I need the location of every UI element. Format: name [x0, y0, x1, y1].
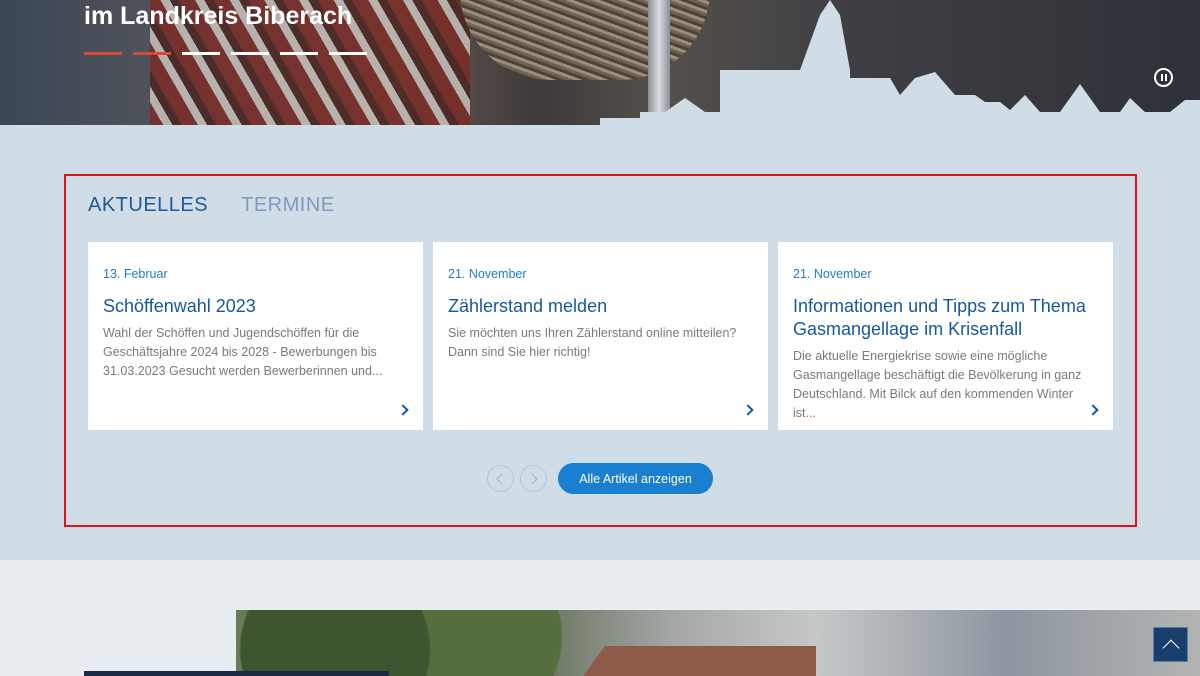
- slider-pagination: [84, 52, 367, 55]
- news-teaser: Sie möchten uns Ihren Zählerstand online…: [448, 326, 737, 359]
- news-date: 21. November: [793, 267, 872, 281]
- tab-aktuelles[interactable]: AKTUELLES: [88, 194, 208, 217]
- pause-icon[interactable]: [1154, 68, 1173, 87]
- news-title[interactable]: Informationen und Tipps zum Thema Gasman…: [793, 295, 1098, 341]
- tab-termine[interactable]: TERMINE: [241, 194, 335, 217]
- news-tabs: AKTUELLES TERMINE: [88, 194, 335, 217]
- news-card[interactable]: 13. Februar Schöffenwahl 2023 Wahl der S…: [88, 242, 423, 430]
- slide-indicator-5[interactable]: [280, 52, 318, 55]
- slide-indicator-3[interactable]: [182, 52, 220, 55]
- slide-indicator-2[interactable]: [133, 52, 171, 55]
- chevron-right-icon[interactable]: [742, 404, 754, 416]
- chevron-right-icon[interactable]: [397, 404, 409, 416]
- caption-bar: [84, 671, 389, 676]
- carousel-prev-button[interactable]: [487, 465, 514, 492]
- news-title[interactable]: Zählerstand melden: [448, 295, 753, 318]
- news-title[interactable]: Schöffenwahl 2023: [103, 295, 408, 318]
- hero-title: im Landkreis Biberach: [84, 2, 353, 30]
- photo-house-roof: [576, 646, 816, 676]
- slide-indicator-6[interactable]: [329, 52, 367, 55]
- photo-trees: [236, 610, 566, 676]
- hero-slider: im Landkreis Biberach: [0, 0, 1200, 125]
- news-card[interactable]: 21. November Informationen und Tipps zum…: [778, 242, 1113, 430]
- news-teaser: Die aktuelle Energiekrise sowie eine mög…: [793, 349, 1082, 420]
- news-date: 13. Februar: [103, 267, 168, 281]
- slide-indicator-4[interactable]: [231, 52, 269, 55]
- slide-indicator-1[interactable]: [84, 52, 122, 55]
- news-teaser: Wahl der Schöffen und Jugendschöffen für…: [103, 326, 383, 378]
- news-date: 21. November: [448, 267, 527, 281]
- news-card[interactable]: 21. November Zählerstand melden Sie möch…: [433, 242, 768, 430]
- carousel-next-button[interactable]: [520, 465, 547, 492]
- scroll-to-top-icon[interactable]: [1153, 627, 1188, 662]
- village-photo: [236, 610, 1200, 676]
- all-articles-button[interactable]: Alle Artikel anzeigen: [558, 463, 713, 494]
